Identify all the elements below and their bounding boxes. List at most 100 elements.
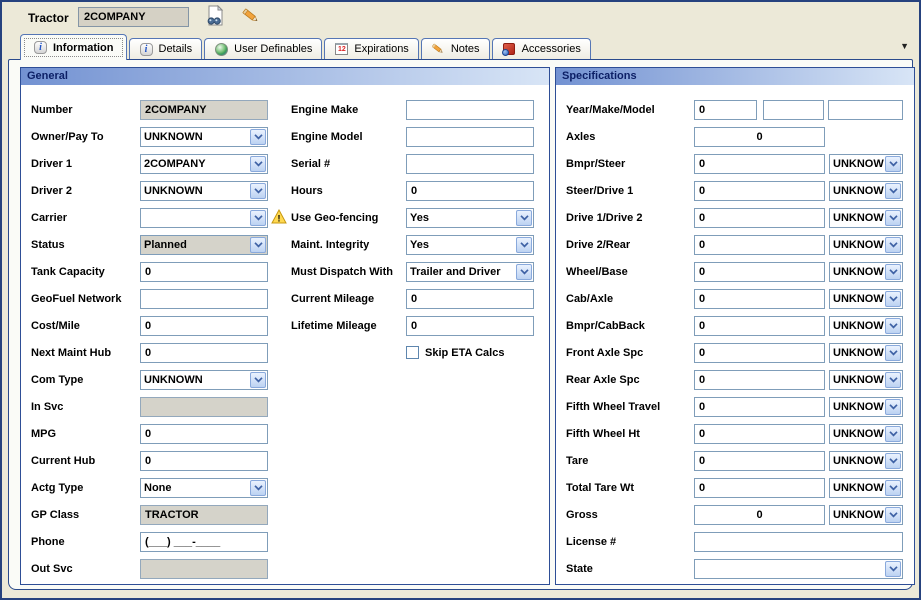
- skip-eta-calcs-checkbox[interactable]: [406, 346, 419, 359]
- drive-1-drive-2-input[interactable]: 0: [694, 208, 825, 228]
- gross-input[interactable]: 0: [694, 505, 825, 525]
- chevron-down-icon[interactable]: [885, 561, 901, 577]
- com-type-dropdown[interactable]: UNKNOWN: [140, 370, 268, 390]
- phone-input[interactable]: (___) ___-____: [140, 532, 268, 552]
- chevron-down-icon[interactable]: [885, 264, 901, 280]
- chevron-down-icon[interactable]: [885, 237, 901, 253]
- chevron-down-icon[interactable]: [250, 183, 266, 199]
- status-dropdown[interactable]: Planned: [140, 235, 268, 255]
- wheel-base-unit-dropdown[interactable]: UNKNOWN: [829, 262, 903, 282]
- chevron-down-icon[interactable]: [250, 237, 266, 253]
- tab-information[interactable]: iInformation: [20, 34, 127, 60]
- mpg-input-value: 0: [145, 428, 151, 440]
- actg-type-dropdown[interactable]: None: [140, 478, 268, 498]
- carrier-dropdown[interactable]: [140, 208, 268, 228]
- front-axle-spc-unit-dropdown[interactable]: UNKNOWN: [829, 343, 903, 363]
- tractor-number-input: 2COMPANY: [78, 7, 189, 27]
- tab-notes[interactable]: Notes: [421, 38, 490, 59]
- year-make-model-input-1[interactable]: 0: [694, 100, 757, 120]
- tab-accessories[interactable]: Accessories: [492, 38, 591, 59]
- chevron-down-icon[interactable]: [250, 129, 266, 145]
- use-geo-fencing-dropdown[interactable]: Yes: [406, 208, 534, 228]
- license-input[interactable]: [694, 532, 903, 552]
- chevron-down-icon[interactable]: [885, 426, 901, 442]
- rear-axle-spc-unit-dropdown[interactable]: UNKNOWN: [829, 370, 903, 390]
- calendar-icon: 12: [334, 42, 349, 56]
- chevron-down-icon[interactable]: [885, 291, 901, 307]
- drive-2-rear-unit-dropdown[interactable]: UNKNOWN: [829, 235, 903, 255]
- axles-input[interactable]: 0: [694, 127, 825, 147]
- driver-1-dropdown[interactable]: 2COMPANY: [140, 154, 268, 174]
- hours-input[interactable]: 0: [406, 181, 534, 201]
- year-make-model-input-2[interactable]: [763, 100, 824, 120]
- steer-drive-1-input[interactable]: 0: [694, 181, 825, 201]
- total-tare-wt-unit-dropdown[interactable]: UNKNOWN: [829, 478, 903, 498]
- engine-make-input[interactable]: [406, 100, 534, 120]
- general-column-1: Number2COMPANYOwner/Pay ToUNKNOWNDriver …: [31, 96, 268, 582]
- chevron-down-icon[interactable]: [885, 318, 901, 334]
- cost-mile-input[interactable]: 0: [140, 316, 268, 336]
- tab-user-definables[interactable]: User Definables: [204, 38, 322, 59]
- engine-model-input[interactable]: [406, 127, 534, 147]
- year-make-model-input-3[interactable]: [828, 100, 903, 120]
- tare-input[interactable]: 0: [694, 451, 825, 471]
- tank-capacity-input[interactable]: 0: [140, 262, 268, 282]
- cab-axle-input[interactable]: 0: [694, 289, 825, 309]
- chevron-down-icon[interactable]: [885, 210, 901, 226]
- fifth-wheel-travel-input[interactable]: 0: [694, 397, 825, 417]
- find-tractor-button[interactable]: [202, 6, 228, 30]
- rear-axle-spc-input[interactable]: 0: [694, 370, 825, 390]
- chevron-down-icon[interactable]: [885, 453, 901, 469]
- edit-tractor-button[interactable]: [238, 6, 264, 30]
- chevron-down-icon[interactable]: [885, 507, 901, 523]
- chevron-down-icon[interactable]: [885, 345, 901, 361]
- bmpr-steer-input[interactable]: 0: [694, 154, 825, 174]
- total-tare-wt-input[interactable]: 0: [694, 478, 825, 498]
- geofuel-network-input[interactable]: [140, 289, 268, 309]
- fifth-wheel-ht-input[interactable]: 0: [694, 424, 825, 444]
- cab-axle-label: Cab/Axle: [566, 293, 691, 305]
- chevron-down-icon[interactable]: [516, 237, 532, 253]
- drive-1-drive-2-unit-dropdown[interactable]: UNKNOWN: [829, 208, 903, 228]
- mpg-input[interactable]: 0: [140, 424, 268, 444]
- bmpr-cabback-unit-dropdown[interactable]: UNKNOWN: [829, 316, 903, 336]
- chevron-down-icon[interactable]: [885, 399, 901, 415]
- fifth-wheel-travel-unit-dropdown[interactable]: UNKNOWN: [829, 397, 903, 417]
- maint-integrity-dropdown[interactable]: Yes: [406, 235, 534, 255]
- driver-2-label: Driver 2: [31, 185, 140, 197]
- drive-2-rear-unit-dropdown-value: UNKNOWN: [830, 239, 884, 251]
- serial-input[interactable]: [406, 154, 534, 174]
- must-dispatch-with-dropdown[interactable]: Trailer and Driver: [406, 262, 534, 282]
- bmpr-steer-unit-dropdown[interactable]: UNKNOWN: [829, 154, 903, 174]
- tab-details[interactable]: iDetails: [129, 38, 203, 59]
- fifth-wheel-ht-unit-dropdown[interactable]: UNKNOWN: [829, 424, 903, 444]
- chevron-down-icon[interactable]: [250, 372, 266, 388]
- drive-2-rear-input[interactable]: 0: [694, 235, 825, 255]
- steer-drive-1-unit-dropdown[interactable]: UNKNOWN: [829, 181, 903, 201]
- chevron-down-icon[interactable]: [885, 156, 901, 172]
- chevron-down-icon[interactable]: [885, 480, 901, 496]
- bmpr-cabback-input[interactable]: 0: [694, 316, 825, 336]
- tare-unit-dropdown[interactable]: UNKNOWN: [829, 451, 903, 471]
- next-maint-hub-input[interactable]: 0: [140, 343, 268, 363]
- current-hub-input[interactable]: 0: [140, 451, 268, 471]
- chevron-down-icon[interactable]: [885, 372, 901, 388]
- tab-list-button[interactable]: ▼: [900, 42, 909, 51]
- chevron-down-icon[interactable]: [250, 480, 266, 496]
- chevron-down-icon[interactable]: [885, 183, 901, 199]
- chevron-down-icon[interactable]: [516, 264, 532, 280]
- current-mileage-input[interactable]: 0: [406, 289, 534, 309]
- tab-expirations[interactable]: 12Expirations: [324, 38, 418, 59]
- owner-pay-to-dropdown[interactable]: UNKNOWN: [140, 127, 268, 147]
- driver-2-dropdown[interactable]: UNKNOWN: [140, 181, 268, 201]
- cab-axle-unit-dropdown[interactable]: UNKNOWN: [829, 289, 903, 309]
- wheel-base-input[interactable]: 0: [694, 262, 825, 282]
- front-axle-spc-input[interactable]: 0: [694, 343, 825, 363]
- engine-model-label: Engine Model: [291, 131, 406, 143]
- chevron-down-icon[interactable]: [250, 156, 266, 172]
- gross-unit-dropdown[interactable]: UNKNOWN: [829, 505, 903, 525]
- lifetime-mileage-input[interactable]: 0: [406, 316, 534, 336]
- chevron-down-icon[interactable]: [516, 210, 532, 226]
- chevron-down-icon[interactable]: [250, 210, 266, 226]
- state-dropdown[interactable]: [694, 559, 903, 579]
